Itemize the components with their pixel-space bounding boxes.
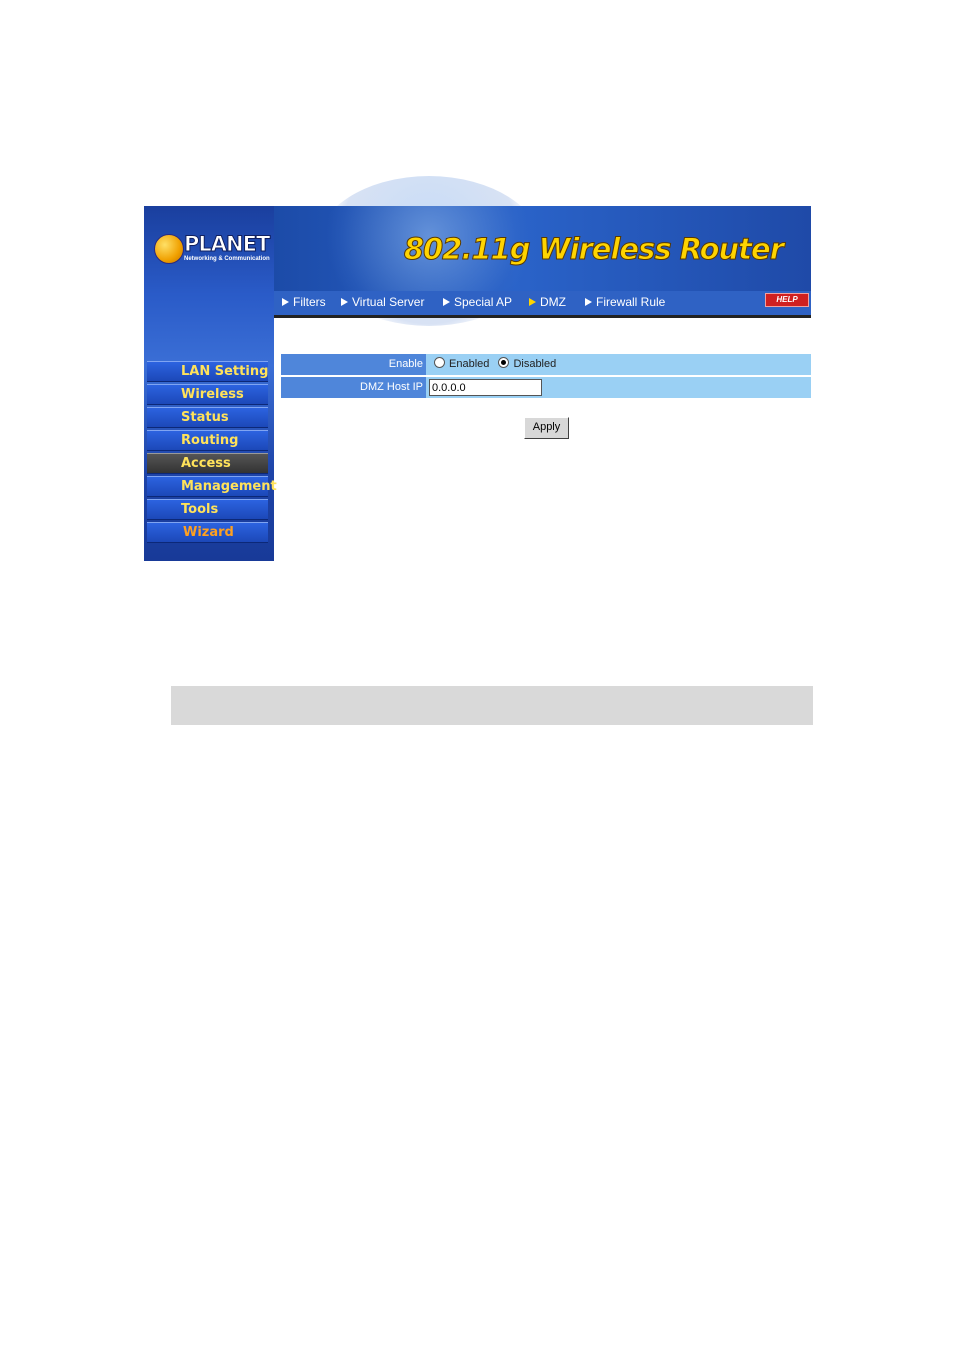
tab-virtual-server[interactable]: Virtual Server (341, 295, 424, 309)
sidebar-item-wizard[interactable]: Wizard (147, 522, 268, 543)
sidebar-item-access[interactable]: Access (147, 453, 268, 474)
tab-firewall-rule[interactable]: Firewall Rule (585, 295, 665, 309)
planet-logo-icon (154, 234, 184, 264)
logo-text: PLANET (183, 232, 270, 257)
tab-label: Firewall Rule (596, 295, 666, 309)
sidebar-item-tools[interactable]: Tools (147, 499, 268, 520)
disabled-radio[interactable] (498, 357, 510, 368)
enable-label: Enable (281, 354, 426, 375)
gray-caption-bar (171, 686, 813, 725)
sidebar: PLANET Networking & Communication LAN Se… (144, 206, 277, 561)
arrow-right-icon (341, 298, 348, 306)
sidebar-item-wireless[interactable]: Wireless (147, 384, 268, 405)
page-title: 802.11g Wireless Router (403, 232, 784, 267)
top-nav: Filters Virtual Server Special AP DMZ Fi… (274, 291, 811, 318)
sidebar-item-status[interactable]: Status (147, 407, 268, 428)
tab-special-ap[interactable]: Special AP (443, 295, 512, 309)
dmz-host-ip-row: DMZ Host IP (281, 377, 811, 398)
router-admin-frame: PLANET Networking & Communication LAN Se… (144, 176, 811, 561)
sidebar-menu: LAN Setting Wireless Status Routing Acce… (147, 361, 277, 545)
tab-label: DMZ (540, 295, 566, 309)
tab-dmz[interactable]: DMZ (529, 295, 566, 309)
dmz-host-ip-label: DMZ Host IP (281, 377, 426, 398)
tab-label: Virtual Server (352, 295, 425, 309)
arrow-right-icon (282, 298, 289, 306)
disabled-option-label: Disabled (513, 358, 557, 370)
header-banner: 802.11g Wireless Router (274, 176, 811, 326)
apply-button[interactable]: Apply (524, 417, 569, 439)
enabled-option-label: Enabled (449, 358, 490, 370)
logo-tagline: Networking & Communication (184, 256, 270, 262)
enable-row: Enable Enabled Disabled (281, 354, 811, 375)
sidebar-item-management[interactable]: Management (147, 476, 277, 497)
arrow-right-icon (585, 298, 592, 306)
sidebar-item-lan-setting[interactable]: LAN Setting (147, 361, 268, 382)
help-button[interactable]: HELP (765, 293, 809, 307)
tab-filters[interactable]: Filters (282, 295, 326, 309)
enable-options: Enabled Disabled (428, 354, 556, 375)
tab-label: Filters (293, 295, 326, 309)
arrow-right-icon (443, 298, 450, 306)
tab-label: Special AP (454, 295, 513, 309)
enabled-radio[interactable] (434, 357, 445, 368)
arrow-right-icon (529, 298, 536, 306)
dmz-host-ip-input[interactable] (429, 379, 542, 396)
planet-logo: PLANET Networking & Communication (154, 232, 271, 266)
sidebar-item-routing[interactable]: Routing (147, 430, 268, 451)
